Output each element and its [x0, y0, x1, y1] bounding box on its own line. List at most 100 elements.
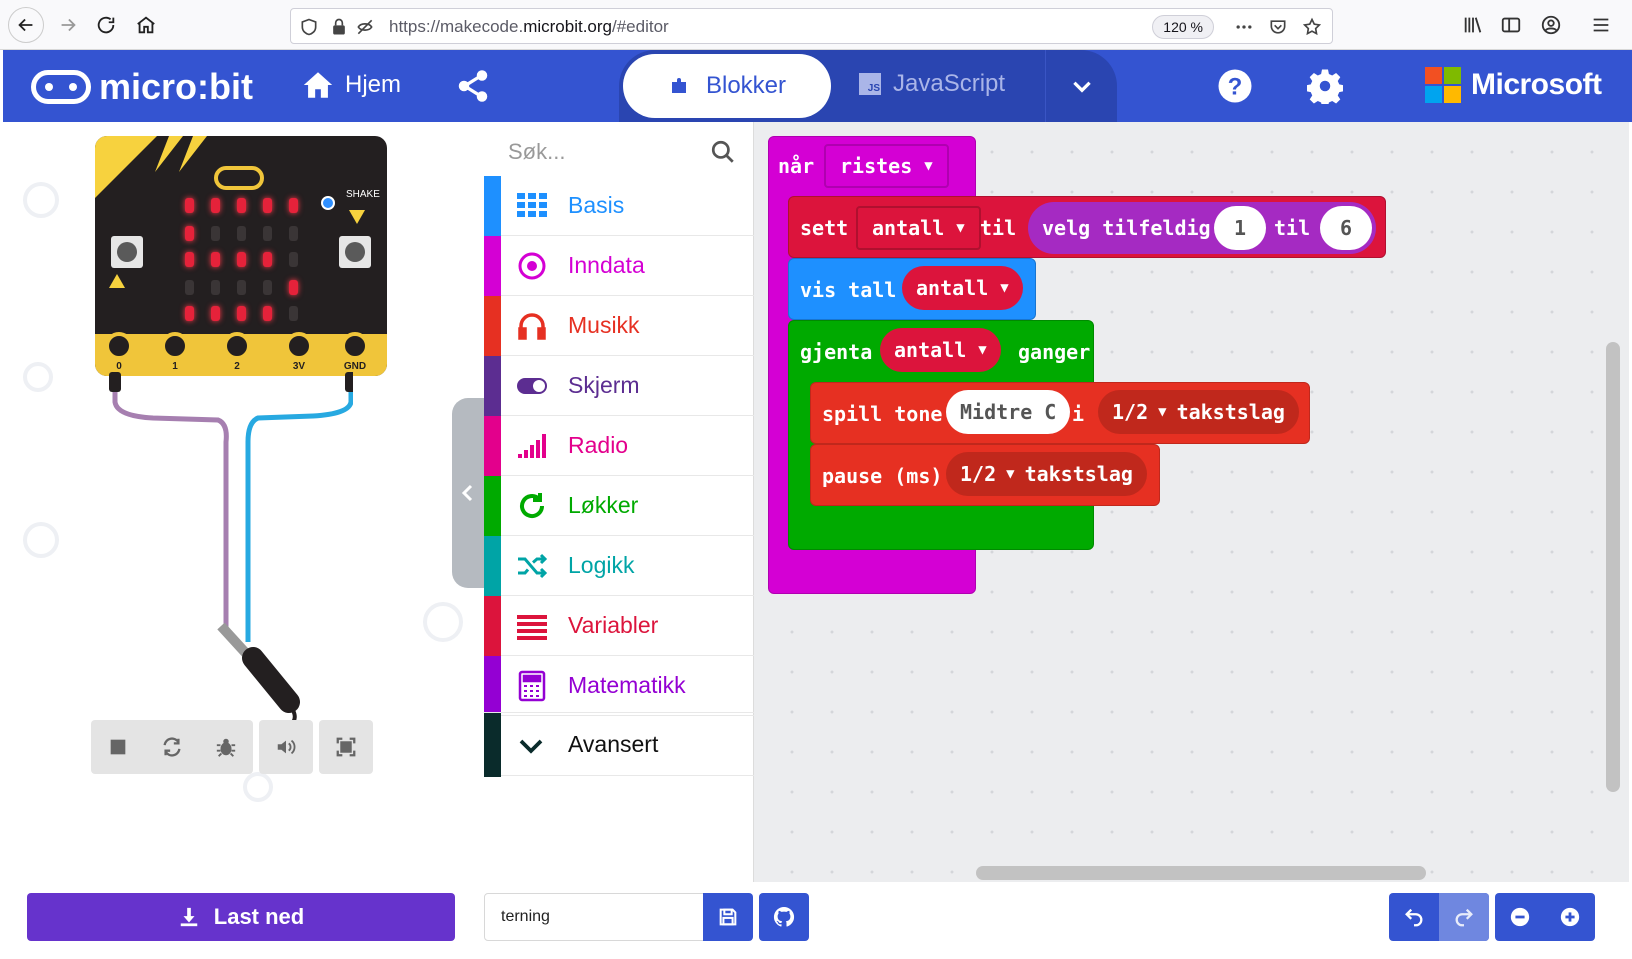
zoom-level[interactable]: 120 % — [1152, 15, 1214, 39]
sidebar-icon[interactable] — [1498, 12, 1524, 38]
search-icon[interactable] — [710, 139, 736, 165]
category-inndata[interactable]: Inndata — [484, 236, 754, 296]
category-musikk[interactable]: Musikk — [484, 296, 754, 356]
led — [211, 252, 220, 267]
tone-beat-dropdown[interactable]: 1/2 ▼ takstslag — [1098, 390, 1299, 434]
help-icon[interactable]: ? — [1217, 68, 1253, 104]
toolbox: Basis Inndata Musikk Skjerm Radio Løkker… — [484, 122, 754, 882]
pin-0[interactable] — [105, 332, 133, 360]
microsoft-logo[interactable]: Microsoft — [1425, 67, 1602, 103]
random-max-input[interactable]: 6 — [1320, 206, 1372, 250]
undo-icon[interactable] — [1389, 893, 1439, 941]
led — [289, 226, 298, 241]
zoom-in-icon[interactable] — [1545, 893, 1595, 941]
led — [185, 226, 194, 241]
blocks-mode-button[interactable]: Blokker — [623, 54, 831, 118]
library-icon[interactable] — [1460, 12, 1486, 38]
toolbox-search — [484, 122, 754, 184]
editor-mode-switch: Blokker JS JavaScript — [619, 50, 1117, 122]
project-name-input[interactable] — [484, 893, 704, 941]
toggle-icon — [516, 370, 548, 402]
github-icon[interactable] — [759, 893, 809, 941]
gear-icon[interactable] — [1306, 68, 1344, 107]
url-text[interactable]: https://makecode.microbit.org/#editor — [389, 17, 669, 37]
chevron-left-icon — [461, 484, 473, 502]
category-advanced[interactable]: Avansert — [484, 712, 754, 777]
pin-4[interactable] — [341, 332, 369, 360]
fullscreen-icon[interactable] — [319, 720, 373, 774]
lock-icon[interactable] — [327, 15, 351, 39]
pin-label: 0 — [116, 361, 122, 372]
board-ticks-icon — [155, 136, 207, 172]
led — [237, 226, 246, 241]
microbit-logo[interactable]: micro:bit — [31, 66, 253, 108]
back-icon[interactable] — [8, 7, 44, 43]
event-dropdown[interactable]: ristes ▼ — [824, 144, 949, 188]
chevron-down-icon[interactable] — [1045, 50, 1117, 122]
category-skjerm[interactable]: Skjerm — [484, 356, 754, 416]
permissions-icon[interactable] — [353, 15, 377, 39]
collapse-simulator-button[interactable] — [452, 398, 484, 588]
vertical-scrollbar[interactable] — [1606, 342, 1620, 792]
pause-beat-dropdown[interactable]: 1/2 ▼ takstslag — [946, 452, 1147, 496]
pin-1[interactable] — [161, 332, 189, 360]
url-bar[interactable]: https://makecode.microbit.org/#editor 12… — [290, 8, 1333, 44]
random-to-keyword: til — [1274, 216, 1311, 240]
pause-beat-label: takstslag — [1024, 462, 1133, 486]
pin-2[interactable] — [223, 332, 251, 360]
microsoft-grid-icon — [1425, 67, 1461, 103]
category-variabler[interactable]: Variabler — [484, 596, 754, 656]
debug-icon[interactable] — [199, 720, 253, 774]
microbit-board[interactable]: 0 1 2 3V GND — [95, 136, 387, 376]
speaker-icon[interactable] — [259, 720, 313, 774]
blocks-workspace[interactable]: når ristes ▼ sett antall ▼ til velg tilfel… — [754, 122, 1629, 882]
download-button[interactable]: Last ned — [27, 893, 455, 941]
home-icon[interactable] — [128, 7, 164, 43]
stop-icon[interactable] — [91, 720, 145, 774]
random-min-input[interactable]: 1 — [1214, 206, 1266, 250]
chevron-down-icon — [516, 731, 548, 763]
board-corner — [95, 136, 157, 198]
sim-controls — [91, 720, 253, 774]
javascript-mode-button[interactable]: JS JavaScript — [859, 70, 1005, 98]
house-icon — [303, 72, 333, 98]
account-icon[interactable] — [1538, 12, 1564, 38]
more-icon[interactable] — [1232, 15, 1256, 39]
set-variable-dropdown[interactable]: antall ▼ — [856, 206, 981, 250]
button-a[interactable] — [111, 236, 143, 268]
button-b[interactable] — [339, 236, 371, 268]
category-matematikk[interactable]: Matematikk — [484, 656, 754, 716]
led — [263, 226, 272, 241]
redo-icon[interactable] — [1439, 893, 1489, 941]
note-value: Midtre C — [960, 400, 1057, 424]
category-basis[interactable]: Basis — [484, 176, 754, 236]
pin-3[interactable] — [285, 332, 313, 360]
search-input[interactable] — [508, 134, 698, 170]
category-logikk[interactable]: Logikk — [484, 536, 754, 596]
star-icon[interactable] — [1300, 15, 1324, 39]
pause-beat-value: 1/2 — [960, 462, 997, 486]
show-variable-reporter[interactable]: antall ▼ — [902, 266, 1023, 310]
category-løkker[interactable]: Løkker — [484, 476, 754, 536]
repeat-variable-reporter[interactable]: antall ▼ — [880, 328, 1001, 372]
shield-icon[interactable] — [297, 15, 321, 39]
menu-icon[interactable] — [1588, 12, 1614, 38]
button-b-marker — [349, 210, 365, 224]
category-label: Avansert — [568, 731, 659, 757]
reload-icon[interactable] — [88, 7, 124, 43]
shake-indicator[interactable] — [321, 196, 335, 210]
pocket-icon[interactable] — [1266, 15, 1290, 39]
note-input[interactable]: Midtre C — [946, 390, 1071, 434]
share-icon[interactable] — [455, 68, 491, 104]
horizontal-scrollbar[interactable] — [976, 866, 1426, 880]
zoom-out-icon[interactable] — [1495, 893, 1545, 941]
caret-down-icon: ▼ — [924, 158, 933, 174]
category-label: Variabler — [568, 612, 659, 638]
category-color-bar — [484, 656, 501, 716]
home-button[interactable]: Hjem — [301, 68, 401, 102]
forward-icon[interactable] — [50, 7, 86, 43]
restart-icon[interactable] — [145, 720, 199, 774]
save-icon[interactable] — [703, 893, 753, 941]
show-number-keyword: vis tall — [800, 278, 897, 302]
category-radio[interactable]: Radio — [484, 416, 754, 476]
